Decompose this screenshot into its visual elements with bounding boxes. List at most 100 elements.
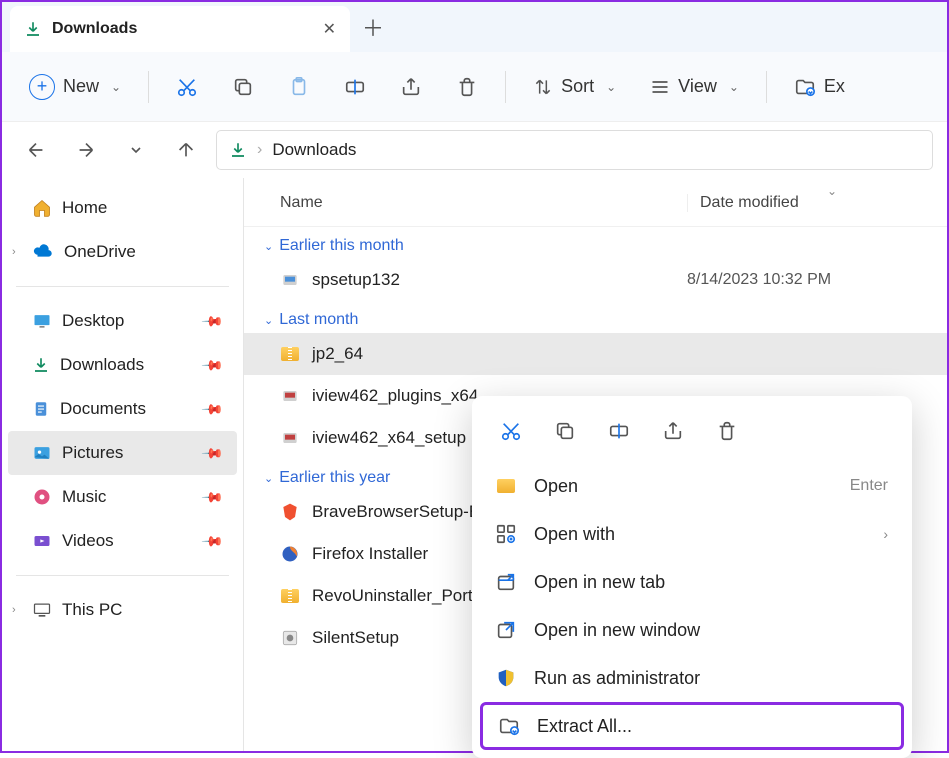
tab-title: Downloads	[52, 20, 137, 38]
download-icon	[24, 20, 42, 38]
group-earlier-month[interactable]: ⌄ Earlier this month	[244, 227, 947, 259]
new-button[interactable]: + New ⌄	[16, 64, 134, 110]
context-menu: Open Enter Open with › Open in new tab O…	[472, 396, 912, 758]
extract-label: Ex	[824, 76, 845, 97]
shortcut-label: Enter	[850, 477, 888, 495]
folder-icon	[494, 474, 518, 498]
sidebar-item-onedrive[interactable]: › OneDrive	[8, 230, 237, 274]
sidebar-item-pictures[interactable]: Pictures 📌	[8, 431, 237, 475]
tab-downloads[interactable]: Downloads ✕	[10, 6, 350, 52]
address-bar[interactable]: › Downloads	[216, 130, 933, 170]
sidebar-item-desktop[interactable]: Desktop 📌	[8, 299, 237, 343]
delete-button[interactable]	[443, 63, 491, 111]
onedrive-icon	[32, 241, 54, 263]
separator	[505, 71, 506, 103]
file-name: iview462_plugins_x64	[312, 386, 478, 406]
delete-button[interactable]	[706, 410, 748, 452]
separator	[16, 286, 229, 287]
context-open[interactable]: Open Enter	[480, 462, 904, 510]
rename-button[interactable]	[331, 63, 379, 111]
paste-button[interactable]	[275, 63, 323, 111]
copy-button[interactable]	[544, 410, 586, 452]
new-tab-icon	[494, 570, 518, 594]
download-icon	[229, 141, 247, 159]
file-name: iview462_x64_setup	[312, 428, 466, 448]
sidebar-item-music[interactable]: Music 📌	[8, 475, 237, 519]
download-icon	[32, 356, 50, 374]
recent-button[interactable]	[116, 130, 156, 170]
open-with-icon	[494, 522, 518, 546]
pin-icon: 📌	[200, 353, 224, 377]
cut-button[interactable]	[490, 410, 532, 452]
column-modified[interactable]: ⌄ Date modified	[687, 194, 927, 212]
copy-button[interactable]	[219, 63, 267, 111]
group-last-month[interactable]: ⌄ Last month	[244, 301, 947, 333]
pin-icon: 📌	[200, 485, 224, 509]
view-label: View	[678, 76, 717, 97]
sidebar: Home › OneDrive Desktop 📌 Downloads 📌 Do…	[2, 178, 244, 751]
sidebar-item-label: Desktop	[62, 311, 124, 331]
sidebar-item-documents[interactable]: Documents 📌	[8, 387, 237, 431]
pin-icon: 📌	[200, 441, 224, 465]
context-item-label: Open with	[534, 524, 615, 545]
sidebar-item-home[interactable]: Home	[8, 186, 237, 230]
column-modified-label: Date modified	[700, 194, 799, 211]
sidebar-item-label: Music	[62, 487, 106, 507]
context-open-tab[interactable]: Open in new tab	[480, 558, 904, 606]
file-spsetup[interactable]: spsetup132 8/14/2023 10:32 PM	[244, 259, 947, 301]
videos-icon	[32, 531, 52, 551]
installer-icon	[280, 428, 300, 448]
up-button[interactable]	[166, 130, 206, 170]
desktop-icon	[32, 311, 52, 331]
toolbar: + New ⌄ Sort ⌄ View ⌄ Ex	[2, 52, 947, 122]
column-headers: Name ⌄ Date modified	[244, 186, 947, 227]
file-name: spsetup132	[312, 270, 400, 290]
rename-button[interactable]	[598, 410, 640, 452]
sidebar-item-thispc[interactable]: › This PC	[8, 588, 237, 632]
sidebar-item-label: OneDrive	[64, 242, 136, 262]
shield-icon	[494, 666, 518, 690]
sidebar-item-label: This PC	[62, 600, 122, 620]
context-run-admin[interactable]: Run as administrator	[480, 654, 904, 702]
group-label: Last month	[279, 311, 358, 329]
sort-label: Sort	[561, 76, 594, 97]
cut-button[interactable]	[163, 63, 211, 111]
context-extract-all[interactable]: Extract All...	[480, 702, 904, 750]
back-button[interactable]	[16, 130, 56, 170]
view-button[interactable]: View ⌄	[637, 64, 752, 110]
extract-button[interactable]: Ex	[781, 64, 846, 110]
file-name: SilentSetup	[312, 628, 399, 648]
file-name: jp2_64	[312, 344, 363, 364]
group-label: Earlier this month	[279, 237, 404, 255]
pc-icon	[32, 600, 52, 620]
sort-indicator-icon: ⌄	[827, 184, 837, 198]
sidebar-item-downloads[interactable]: Downloads 📌	[8, 343, 237, 387]
sidebar-item-videos[interactable]: Videos 📌	[8, 519, 237, 563]
expand-icon[interactable]: ›	[12, 246, 16, 258]
pin-icon: 📌	[200, 529, 224, 553]
new-label: New	[63, 76, 99, 97]
context-open-window[interactable]: Open in new window	[480, 606, 904, 654]
sort-button[interactable]: Sort ⌄	[520, 64, 629, 110]
sidebar-item-label: Downloads	[60, 355, 144, 375]
installer-icon	[280, 270, 300, 290]
new-window-icon	[494, 618, 518, 642]
share-button[interactable]	[387, 63, 435, 111]
context-item-label: Open in new tab	[534, 572, 665, 593]
file-jp2[interactable]: jp2_64	[244, 333, 947, 375]
breadcrumb-location[interactable]: Downloads	[272, 140, 356, 160]
separator	[148, 71, 149, 103]
file-name: Firefox Installer	[312, 544, 428, 564]
context-item-label: Open in new window	[534, 620, 700, 641]
separator	[16, 575, 229, 576]
new-tab-button[interactable]: ＋	[350, 4, 396, 50]
share-button[interactable]	[652, 410, 694, 452]
context-open-with[interactable]: Open with ›	[480, 510, 904, 558]
sidebar-item-label: Home	[62, 198, 107, 218]
close-icon[interactable]: ✕	[323, 19, 336, 39]
installer-icon	[280, 386, 300, 406]
forward-button[interactable]	[66, 130, 106, 170]
tab-bar: Downloads ✕ ＋	[2, 2, 947, 52]
expand-icon[interactable]: ›	[12, 604, 16, 616]
column-name[interactable]: Name	[280, 194, 687, 212]
